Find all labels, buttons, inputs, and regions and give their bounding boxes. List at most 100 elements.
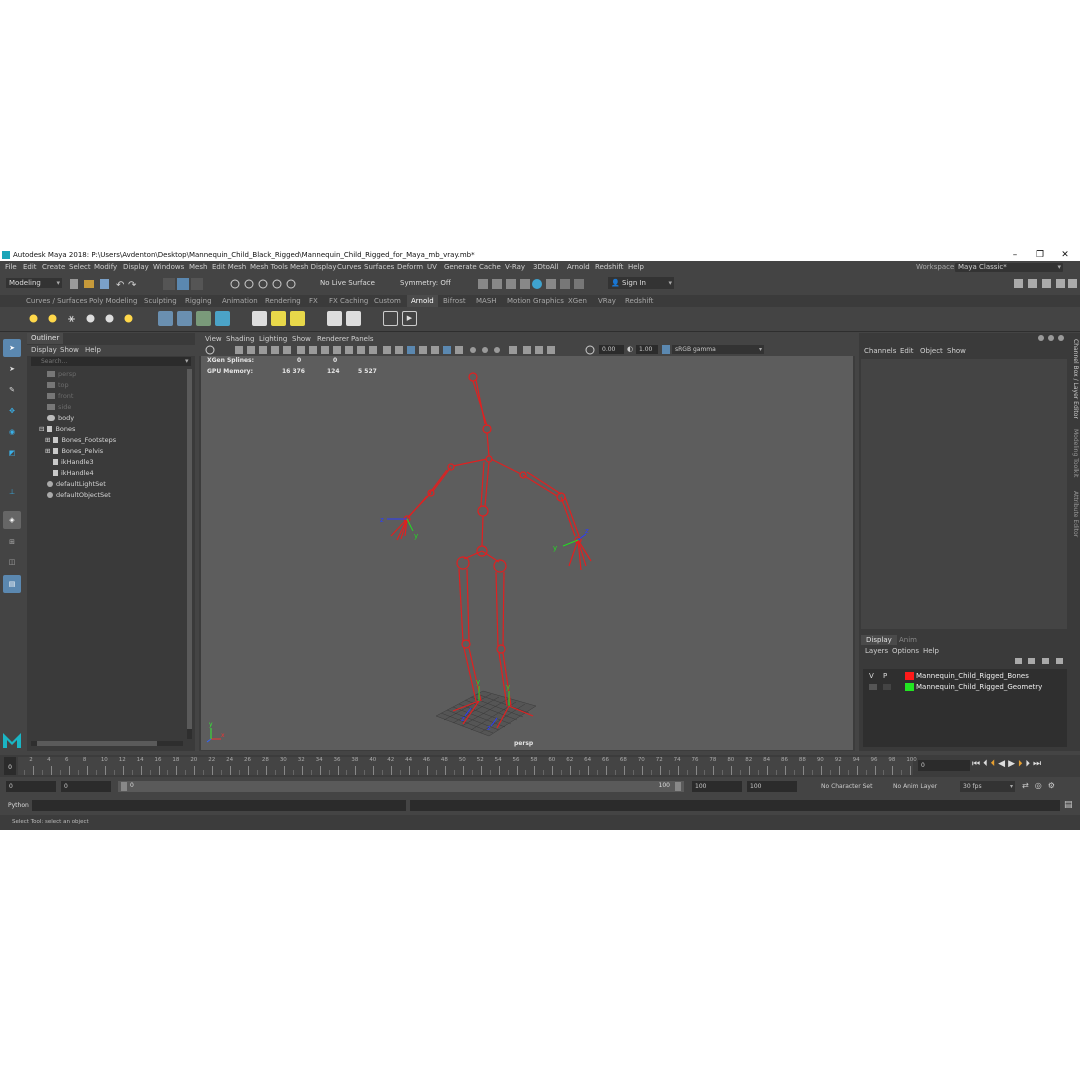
preferences-icon[interactable]: ⚙ <box>1048 781 1061 790</box>
animation-start-field[interactable]: 0 <box>6 781 56 792</box>
layer-menu-layers[interactable]: Layers <box>865 647 888 655</box>
menu-mesh-tools[interactable]: Mesh Tools <box>250 263 288 271</box>
export-standin-icon[interactable] <box>177 311 192 326</box>
skeleton-rig[interactable]: z y z y y y z z x y <box>201 356 853 750</box>
layer-playback-toggle[interactable] <box>883 684 891 690</box>
side-tab-modeling-toolkit[interactable]: Modeling Toolkit <box>1072 429 1079 477</box>
layer-row-bones[interactable]: V P Mannequin_Child_Rigged_Bones <box>863 671 1067 681</box>
command-language-label[interactable]: Python <box>8 802 29 809</box>
scale-tool-icon[interactable]: ◩ <box>3 444 21 462</box>
cb-menu-show[interactable]: Show <box>947 347 966 355</box>
outliner-item-persp[interactable]: persp <box>47 369 76 380</box>
layout-outliner-icon[interactable]: ▤ <box>3 575 21 593</box>
menu-vray[interactable]: V-Ray <box>505 263 525 271</box>
paint-select-icon[interactable]: ✎ <box>3 381 21 399</box>
playback-controls[interactable]: ⏮⏴⏴◀▶⏵⏵⏭ <box>972 759 1044 769</box>
outliner-vertical-scrollbar[interactable] <box>187 369 192 739</box>
range-end-handle[interactable] <box>675 782 681 791</box>
layer-color-swatch[interactable] <box>905 683 914 691</box>
tab-animation[interactable]: Animation <box>222 295 258 307</box>
vp-menu-lighting[interactable]: Lighting <box>259 335 287 343</box>
file-icons[interactable]: ↶ ↷ <box>70 278 160 290</box>
menu-create[interactable]: Create <box>42 263 65 271</box>
loop-icon[interactable]: ⇄ <box>1022 781 1035 790</box>
clear-cache-icon[interactable] <box>290 311 305 326</box>
gamma-field[interactable]: 1.00 <box>636 345 658 354</box>
menu-file[interactable]: File <box>5 263 17 271</box>
expand-icon[interactable]: ⊟ <box>39 425 44 433</box>
menu-display[interactable]: Display <box>123 263 149 271</box>
outliner-item-bones[interactable]: ⊟ Bones <box>39 424 75 435</box>
menu-curves[interactable]: Curves <box>337 263 361 271</box>
color-management-icon[interactable] <box>662 345 670 354</box>
live-surface-label[interactable]: No Live Surface <box>320 279 375 287</box>
outliner-item-side[interactable]: side <box>47 402 71 413</box>
range-bar[interactable]: 0 100 <box>118 781 684 792</box>
command-input[interactable] <box>32 800 406 811</box>
sound-icon[interactable]: ◎ <box>1035 781 1048 790</box>
light-portal-icon[interactable] <box>102 311 117 326</box>
tab-rendering[interactable]: Rendering <box>265 295 301 307</box>
playback-end-field[interactable]: 100 <box>692 781 742 792</box>
cb-menu-object[interactable]: Object <box>920 347 943 355</box>
sign-in-dropdown[interactable]: 👤 Sign In ▾ <box>608 277 674 289</box>
layer-tab-anim[interactable]: Anim <box>899 635 917 645</box>
vp-menu-show[interactable]: Show <box>292 335 311 343</box>
menu-generate[interactable]: Generate <box>444 263 477 271</box>
menu-3dtoall[interactable]: 3DtoAll <box>533 263 559 271</box>
vp-menu-shading[interactable]: Shading <box>226 335 254 343</box>
cb-menu-channels[interactable]: Channels <box>864 347 896 355</box>
menu-edit-mesh[interactable]: Edit Mesh <box>212 263 246 271</box>
vp-menu-panels[interactable]: Panels <box>351 335 374 343</box>
expand-icon[interactable]: ⊞ <box>45 436 50 444</box>
outliner-horizontal-scrollbar[interactable] <box>31 741 183 746</box>
step-forward-key-icon[interactable]: ⏵ <box>1018 759 1026 769</box>
tab-vray[interactable]: VRay <box>598 295 616 307</box>
selection-mask-icons[interactable] <box>163 277 313 291</box>
tab-motion-graphics[interactable]: Motion Graphics <box>507 295 564 307</box>
menu-help[interactable]: Help <box>628 263 644 271</box>
layer-row-geometry[interactable]: Mannequin_Child_Rigged_Geometry <box>863 682 1067 692</box>
standin-icon[interactable] <box>158 311 173 326</box>
panel-toggle-icons[interactable] <box>1012 278 1078 290</box>
outliner-item-top[interactable]: top <box>47 380 69 391</box>
layer-playback-toggle[interactable]: P <box>883 672 887 680</box>
physical-sky-icon[interactable] <box>121 311 136 326</box>
range-start-handle[interactable] <box>121 782 127 791</box>
3d-viewport[interactable]: XGen Splines: 0 0 GPU Memory: 16 376 124… <box>201 356 853 750</box>
exposure-field[interactable]: 0.00 <box>599 345 624 354</box>
volume-icon[interactable] <box>196 311 211 326</box>
current-frame-marker[interactable]: 0 <box>4 757 16 775</box>
outliner-search-input[interactable]: Search... <box>31 357 191 366</box>
layer-tab-display[interactable]: Display <box>861 635 897 645</box>
layer-visibility-toggle[interactable]: V <box>869 672 874 680</box>
step-forward-icon[interactable]: ⏵ <box>1026 759 1034 769</box>
animation-end-field[interactable]: 100 <box>747 781 797 792</box>
tab-xgen[interactable]: XGen <box>568 295 587 307</box>
workspace-dropdown[interactable]: Maya Classic* ▾ <box>955 263 1063 272</box>
channel-box-header-icons[interactable] <box>1037 334 1067 342</box>
tab-rigging[interactable]: Rigging <box>185 295 212 307</box>
layer-menu-options[interactable]: Options <box>892 647 919 655</box>
go-to-end-icon[interactable]: ⏭ <box>1033 759 1044 769</box>
mode-dropdown[interactable]: Modeling ▾ <box>6 278 62 288</box>
flush-cache-icon[interactable] <box>271 311 286 326</box>
tab-mash[interactable]: MASH <box>476 295 497 307</box>
view-transform-dropdown[interactable]: sRGB gamma ▾ <box>672 345 764 354</box>
mesh-light-icon[interactable] <box>45 311 60 326</box>
anim-layer-label[interactable]: No Anim Layer <box>893 783 937 790</box>
layout-two-icon[interactable]: ◫ <box>3 553 21 571</box>
play-forwards-icon[interactable]: ▶ <box>1008 759 1018 769</box>
outliner-item-ikhandle3[interactable]: ikHandle3 <box>53 457 94 468</box>
vp-menu-view[interactable]: View <box>205 335 222 343</box>
menu-mesh-display[interactable]: Mesh Display <box>290 263 336 271</box>
menu-arnold[interactable]: Arnold <box>567 263 590 271</box>
render-icons[interactable] <box>478 277 608 291</box>
step-back-icon[interactable]: ⏴ <box>983 759 991 769</box>
script-editor-icon[interactable]: ▤ <box>1064 800 1073 810</box>
layer-color-swatch[interactable] <box>905 672 914 680</box>
tab-fx-caching[interactable]: FX Caching <box>329 295 368 307</box>
menu-modify[interactable]: Modify <box>94 263 117 271</box>
rotate-tool-icon[interactable]: ◉ <box>3 423 21 441</box>
step-back-key-icon[interactable]: ⏴ <box>991 759 999 769</box>
